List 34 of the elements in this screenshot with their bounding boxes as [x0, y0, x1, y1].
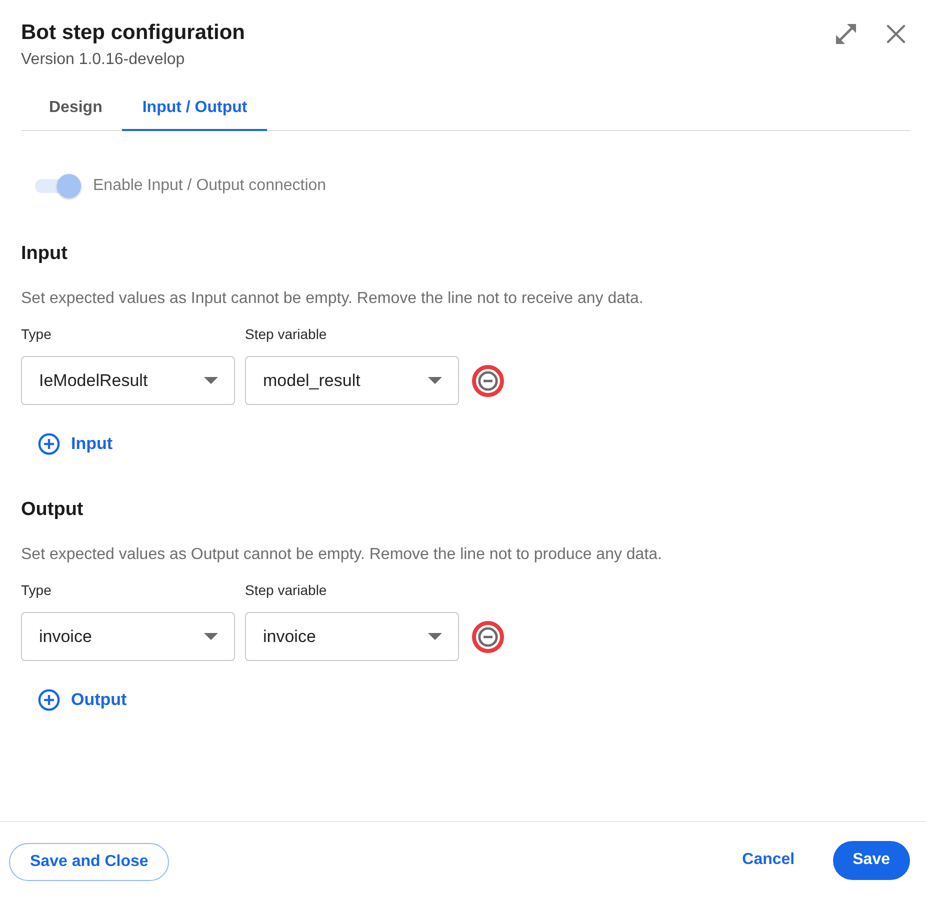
section-heading: Input [21, 243, 68, 265]
dropdown-field[interactable]: invoice [245, 612, 459, 661]
save-and-close-button[interactable]: Save and Close [9, 843, 170, 881]
cancel-button[interactable]: Cancel [742, 851, 795, 869]
minus-circle-icon [478, 626, 498, 646]
section-description: Set expected values as Input cannot be empty. Remove the line not to receive any data. [21, 289, 644, 309]
toggle-label: Enable Input / Output connection [93, 177, 326, 195]
add-button[interactable]: Output [38, 684, 127, 716]
caret-icon [428, 377, 442, 384]
caret-icon [204, 377, 218, 384]
expand-icon[interactable] [834, 22, 858, 46]
field-label: Type [21, 581, 52, 599]
add-button[interactable]: Input [38, 428, 113, 460]
dropdown-field[interactable]: model_result [245, 356, 459, 405]
plus-circle-icon [38, 689, 60, 711]
close-icon[interactable] [886, 24, 906, 44]
tab[interactable]: Input / Output [122, 86, 268, 131]
section-heading: Output [21, 499, 84, 521]
plus-circle-icon [38, 433, 60, 455]
dropdown-field[interactable]: invoice [21, 612, 235, 661]
dropdown-field[interactable]: IeModelResult [21, 356, 235, 405]
section-description: Set expected values as Output cannot be empty. Remove the line not to produce any data. [21, 545, 663, 565]
caret-icon [204, 633, 218, 640]
remove-button[interactable] [472, 364, 504, 396]
version-text: Version 1.0.16-develop [21, 50, 186, 70]
caret-icon [428, 633, 442, 640]
remove-button[interactable] [472, 620, 504, 652]
save-button[interactable]: Save [832, 840, 910, 880]
tab[interactable]: Design [21, 86, 122, 131]
field-label: Step variable [245, 325, 327, 343]
minus-circle-icon [478, 370, 498, 390]
field-label: Type [21, 325, 52, 343]
dialog-title: Bot step configuration [21, 21, 245, 45]
field-label: Step variable [245, 581, 327, 599]
